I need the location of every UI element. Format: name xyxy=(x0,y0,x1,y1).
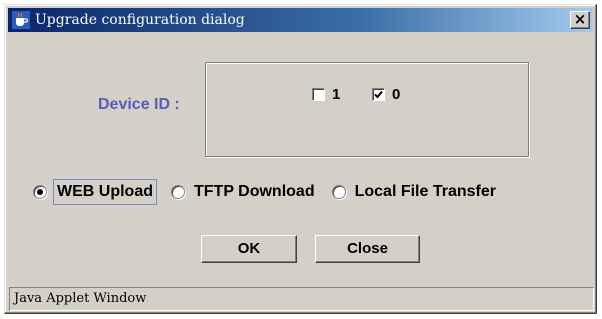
window-title: Upgrade configuration dialog xyxy=(35,12,245,28)
device-checkbox-1[interactable]: 1 xyxy=(312,86,340,103)
checkbox-label-1: 1 xyxy=(332,86,341,103)
radio-web-upload[interactable]: WEB Upload xyxy=(33,179,157,205)
radio-tftp-download[interactable]: TFTP Download xyxy=(171,180,318,204)
radio-button-selected[interactable] xyxy=(33,185,47,199)
radio-label-tftp-download: TFTP Download xyxy=(194,183,315,200)
title-bar[interactable]: Upgrade configuration dialog × xyxy=(8,8,593,32)
close-icon: × xyxy=(573,10,587,28)
dialog-window: Upgrade configuration dialog × Device ID… xyxy=(4,4,597,314)
close-button[interactable]: Close xyxy=(315,235,420,263)
checkmark-icon xyxy=(374,90,383,99)
radio-local-file-transfer[interactable]: Local File Transfer xyxy=(331,180,499,204)
device-checkbox-0[interactable]: 0 xyxy=(372,86,400,103)
ok-button[interactable]: OK xyxy=(201,235,297,263)
status-bar: Java Applet Window xyxy=(9,287,594,311)
radio-button[interactable] xyxy=(171,185,185,199)
radio-label-web-upload: WEB Upload xyxy=(53,179,157,205)
checkbox-checked[interactable] xyxy=(372,88,385,101)
checkbox-unchecked[interactable] xyxy=(312,88,325,101)
close-window-button[interactable]: × xyxy=(570,11,590,29)
checkbox-label-0: 0 xyxy=(392,86,401,103)
java-cup-icon xyxy=(12,11,30,29)
radio-label-local-file-transfer: Local File Transfer xyxy=(354,183,496,200)
upload-mode-group: WEB Upload TFTP Download Local File Tran… xyxy=(33,179,513,205)
device-id-group: 1 0 xyxy=(205,62,529,157)
radio-button[interactable] xyxy=(331,185,346,199)
device-id-label: Device ID : xyxy=(98,96,180,113)
